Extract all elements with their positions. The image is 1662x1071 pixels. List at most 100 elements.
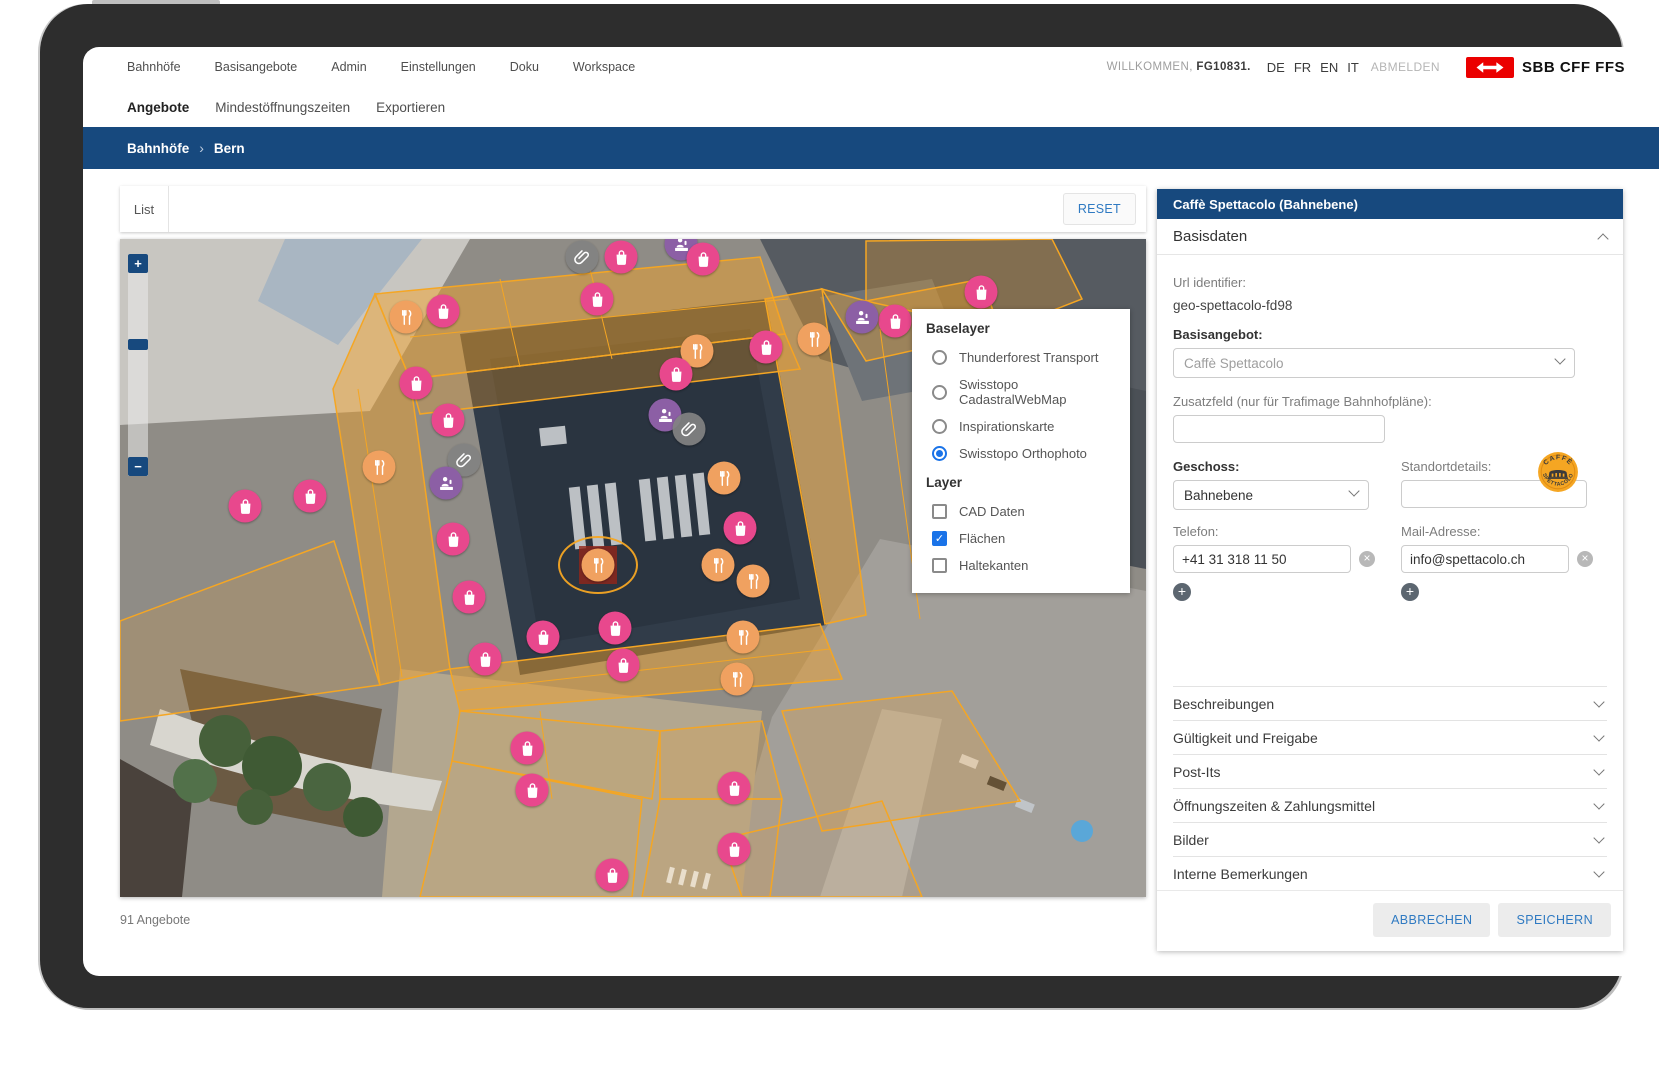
accordion-bilder[interactable]: Bilder [1173,822,1607,856]
checkbox-icon[interactable] [932,558,947,573]
accordion-interne-bemerkungen[interactable]: Interne Bemerkungen [1173,856,1607,890]
marker-shop[interactable] [437,523,470,556]
marker-shop[interactable] [453,581,486,614]
marker-service[interactable] [430,467,463,500]
chevron-down-icon [1348,485,1359,496]
clear-mail-icon[interactable]: × [1577,551,1593,567]
layer-flaechen[interactable]: ✓ Flächen [926,525,1116,552]
radio-icon[interactable] [932,350,947,365]
telefon-input[interactable] [1173,545,1351,573]
marker-shop[interactable] [660,358,693,391]
radio-icon[interactable] [932,446,947,461]
marker-shop[interactable] [511,732,544,765]
lang-en[interactable]: EN [1320,60,1338,75]
baselayer-option-inspirationskarte[interactable]: Inspirationskarte [926,413,1116,440]
layer-cad-daten[interactable]: CAD Daten [926,498,1116,525]
map-card: List RESET [120,186,1146,927]
accordion-beschreibungen[interactable]: Beschreibungen [1173,686,1607,720]
basisangebot-select[interactable]: Caffè Spettacolo [1173,348,1575,378]
logout-link[interactable]: ABMELDEN [1371,60,1440,74]
add-mail-button[interactable]: + [1401,583,1419,601]
nav-einstellungen[interactable]: Einstellungen [401,60,476,74]
lang-it[interactable]: IT [1347,60,1359,75]
lang-fr[interactable]: FR [1294,60,1311,75]
marker-shop[interactable] [718,833,751,866]
add-telefon-button[interactable]: + [1173,583,1191,601]
marker-shop[interactable] [687,243,720,276]
marker-shop[interactable] [599,612,632,645]
device-frame: Bahnhöfe Basisangebote Admin Einstellung… [40,4,1622,1008]
baselayer-option-cadastral[interactable]: Swisstopo CadastralWebMap [926,371,1116,413]
marker-attachment[interactable] [673,413,706,446]
subnav-mindestoeffnungszeiten[interactable]: Mindestöffnungszeiten [215,100,350,115]
lang-de[interactable]: DE [1267,60,1285,75]
nav-doku[interactable]: Doku [510,60,539,74]
zoom-out-button[interactable]: − [128,457,148,476]
checkbox-icon[interactable] [932,504,947,519]
marker-restaurant[interactable] [727,621,760,654]
accordion-list: Beschreibungen Gültigkeit und Freigabe P… [1173,686,1607,890]
accordion-post-its[interactable]: Post-Its [1173,754,1607,788]
marker-restaurant[interactable] [390,301,423,334]
marker-shop[interactable] [294,480,327,513]
breadcrumb-bahnhoefe[interactable]: Bahnhöfe [127,141,189,156]
marker-restaurant[interactable] [708,462,741,495]
reset-button[interactable]: RESET [1063,193,1136,225]
marker-shop[interactable] [605,241,638,274]
baselayer-title: Baselayer [926,321,1116,336]
marker-restaurant[interactable] [363,451,396,484]
zusatzfeld-input[interactable] [1173,415,1385,443]
marker-shop[interactable] [400,367,433,400]
subnav-exportieren[interactable]: Exportieren [376,100,445,115]
marker-shop[interactable] [718,772,751,805]
marker-shop[interactable] [432,404,465,437]
marker-shop[interactable] [724,512,757,545]
marker-shop[interactable] [607,649,640,682]
nav-bahnhoefe[interactable]: Bahnhöfe [127,60,181,74]
layer-haltekanten[interactable]: Haltekanten [926,552,1116,579]
zoom-slider-handle[interactable] [128,339,148,350]
accordion-label: Interne Bemerkungen [1173,866,1308,882]
nav-admin[interactable]: Admin [331,60,366,74]
nav-workspace[interactable]: Workspace [573,60,635,74]
map-zoom-control: + − [128,254,148,476]
marker-shop[interactable] [581,283,614,316]
marker-shop[interactable] [427,295,460,328]
marker-attachment[interactable] [566,241,599,274]
cancel-button[interactable]: ABBRECHEN [1373,903,1490,937]
marker-restaurant[interactable] [702,549,735,582]
tab-list[interactable]: List [120,186,169,232]
marker-shop[interactable] [469,643,502,676]
radio-icon[interactable] [932,419,947,434]
save-button[interactable]: SPEICHERN [1498,903,1611,937]
marker-shop[interactable] [229,490,262,523]
marker-shop[interactable] [527,621,560,654]
marker-shop[interactable] [879,305,912,338]
marker-shop[interactable] [750,331,783,364]
marker-selected-restaurant[interactable] [582,549,615,582]
section-basisdaten[interactable]: Basisdaten [1157,219,1623,255]
baselayer-option-orthophoto[interactable]: Swisstopo Orthophoto [926,440,1116,467]
subnav-angebote[interactable]: Angebote [127,100,189,115]
marker-restaurant[interactable] [798,323,831,356]
marker-restaurant[interactable] [721,663,754,696]
clear-telefon-icon[interactable]: × [1359,551,1375,567]
marker-shop[interactable] [965,276,998,309]
chevron-down-icon [1593,730,1604,741]
url-identifier-label: Url identifier: [1173,275,1607,290]
baselayer-option-thunderforest[interactable]: Thunderforest Transport [926,344,1116,371]
checkbox-icon[interactable]: ✓ [932,531,947,546]
marker-shop[interactable] [596,859,629,892]
geschoss-select[interactable]: Bahnebene [1173,480,1369,510]
accordion-oeffnungszeiten[interactable]: Öffnungszeiten & Zahlungsmittel [1173,788,1607,822]
marker-shop[interactable] [516,774,549,807]
marker-service[interactable] [846,301,879,334]
nav-basisangebote[interactable]: Basisangebote [215,60,298,74]
zoom-slider-track[interactable] [128,254,148,476]
map-viewport[interactable]: + − Baselayer Thunderforest Transport Sw… [120,239,1146,897]
marker-restaurant[interactable] [737,565,770,598]
mail-input[interactable] [1401,545,1569,573]
radio-icon[interactable] [932,385,947,400]
zoom-in-button[interactable]: + [128,254,148,273]
accordion-gueltigkeit[interactable]: Gültigkeit und Freigabe [1173,720,1607,754]
